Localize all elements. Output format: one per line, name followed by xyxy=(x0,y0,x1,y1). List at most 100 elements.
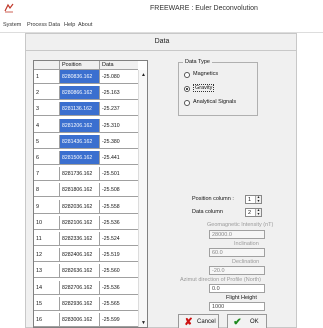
radio-label-magnetics: Magnetics xyxy=(193,71,219,77)
table-row[interactable]: 16 8283006.162 -25.599 xyxy=(34,313,147,327)
cancel-button-label: Cancel xyxy=(197,319,216,325)
position-cell[interactable]: 8281506.162 xyxy=(60,151,100,165)
cancel-button[interactable]: ✘ Cancel xyxy=(178,314,219,328)
menu-system[interactable]: System xyxy=(3,22,21,28)
data-type-label: Data Type xyxy=(183,59,212,65)
flight-height-input[interactable]: 1000 xyxy=(209,302,265,311)
row-number-cell[interactable]: 3 xyxy=(34,102,60,117)
table-row[interactable]: 14 8282706.162 -25.536 xyxy=(34,280,147,295)
table-row[interactable]: 4 8281206.162 -25.310 xyxy=(34,118,147,133)
ok-button[interactable]: ✔ OK xyxy=(227,314,267,328)
data-column-spinner[interactable]: 2 ▲ ▼ xyxy=(245,208,262,217)
data-grid[interactable]: Position Data 1 8280836.162 -25.080 2 828086… xyxy=(33,60,148,328)
position-cell[interactable]: 8280836.162 xyxy=(60,70,100,84)
row-number-cell[interactable]: 16 xyxy=(34,313,60,327)
table-row[interactable]: 10 8282106.162 -25.536 xyxy=(34,215,147,230)
row-number-cell[interactable]: 5 xyxy=(34,134,60,149)
ok-check-icon: ✔ xyxy=(233,317,242,328)
position-cell[interactable]: 8282936.162 xyxy=(60,296,100,311)
table-row[interactable]: 6 8281506.162 -25.441 xyxy=(34,151,147,165)
row-number-cell[interactable]: 6 xyxy=(34,151,60,165)
position-cell[interactable]: 8280866.162 xyxy=(60,86,100,101)
row-number-cell[interactable]: 10 xyxy=(34,215,60,230)
table-row[interactable]: 12 8282406.162 -25.519 xyxy=(34,248,147,263)
table-row[interactable]: 5 8281436.162 -25.380 xyxy=(34,134,147,149)
position-cell[interactable]: 8282636.162 xyxy=(60,264,100,279)
table-row[interactable]: 3 8281136.162 -25.237 xyxy=(34,102,147,117)
menu-help[interactable]: Help xyxy=(64,22,75,28)
table-row[interactable]: 9 8282036.162 -25.558 xyxy=(34,199,147,214)
row-number-cell[interactable]: 12 xyxy=(34,248,60,263)
data-cell[interactable]: -25.524 xyxy=(100,232,138,246)
table-row[interactable]: 15 8282936.162 -25.565 xyxy=(34,296,147,311)
radio-circle-analytical-signals[interactable] xyxy=(184,100,190,106)
position-column-spinner[interactable]: 1 ▲ ▼ xyxy=(245,195,262,204)
position-cell[interactable]: 8281136.162 xyxy=(60,102,100,117)
data-cell[interactable]: -25.599 xyxy=(100,313,138,327)
data-cell[interactable]: -25.163 xyxy=(100,86,138,101)
data-panel: Data Position Data 1 8280836.162 -25.080 2 8… xyxy=(25,33,297,328)
position-cell[interactable]: 8281436.162 xyxy=(60,134,100,149)
menu-process-data[interactable]: Process Data xyxy=(27,22,60,28)
inclination-input[interactable]: 60.0 xyxy=(209,248,265,257)
row-number-cell[interactable]: 11 xyxy=(34,232,60,246)
table-row[interactable]: 8 8281806.162 -25.508 xyxy=(34,183,147,198)
data-column-label: Data column xyxy=(192,209,223,215)
data-cell[interactable]: -25.558 xyxy=(100,200,138,214)
row-number-cell[interactable]: 15 xyxy=(34,296,60,311)
menu-about[interactable]: About xyxy=(78,22,92,28)
position-cell[interactable]: 8282336.162 xyxy=(60,232,100,246)
azimuth-input[interactable]: 0.0 xyxy=(209,284,265,293)
data-cell[interactable]: -25.536 xyxy=(100,281,138,295)
data-cell[interactable]: -25.519 xyxy=(100,248,138,263)
grid-header-data[interactable]: Data xyxy=(100,61,138,70)
data-cell[interactable]: -25.441 xyxy=(100,151,138,165)
row-number-cell[interactable]: 1 xyxy=(34,70,60,84)
data-cell[interactable]: -25.080 xyxy=(100,70,138,84)
data-cell[interactable]: -25.310 xyxy=(100,119,138,133)
grid-header-position[interactable]: Position xyxy=(60,61,100,70)
radio-gravity[interactable]: Gravity xyxy=(184,84,256,94)
position-cell[interactable]: 8282706.162 xyxy=(60,280,100,295)
data-cell[interactable]: -25.560 xyxy=(100,264,138,279)
position-cell[interactable]: 8282036.162 xyxy=(60,199,100,214)
radio-analytical-signals[interactable]: Analytical Signals xyxy=(184,99,256,108)
position-cell[interactable]: 8281736.162 xyxy=(60,167,100,182)
cancel-x-icon: ✘ xyxy=(184,317,193,328)
row-number-cell[interactable]: 7 xyxy=(34,167,60,182)
data-cell[interactable]: -25.237 xyxy=(100,102,138,117)
position-cell[interactable]: 8282106.162 xyxy=(60,215,100,230)
intensity-input[interactable]: 28000.0 xyxy=(209,230,265,239)
row-number-cell[interactable]: 9 xyxy=(34,199,60,214)
title-bar: FREEWARE : Euler Deconvolution xyxy=(0,0,323,20)
table-row[interactable]: 11 8282336.162 -25.524 xyxy=(34,232,147,246)
row-number-cell[interactable]: 13 xyxy=(34,264,60,279)
radio-circle-magnetics[interactable] xyxy=(184,72,190,78)
data-cell[interactable]: -25.536 xyxy=(100,216,138,230)
radio-circle-gravity[interactable] xyxy=(184,86,190,92)
position-cell[interactable]: 8281806.162 xyxy=(60,183,100,198)
row-number-cell[interactable]: 8 xyxy=(34,183,60,198)
spinner-arrows-icon[interactable]: ▲ ▼ xyxy=(255,195,261,203)
row-number-cell[interactable]: 14 xyxy=(34,280,60,295)
position-cell[interactable]: 8281206.162 xyxy=(60,118,100,133)
scroll-up-arrow-icon[interactable]: ▲ xyxy=(140,72,147,78)
data-cell[interactable]: -25.380 xyxy=(100,135,138,149)
table-row[interactable]: 1 8280836.162 -25.080 xyxy=(34,70,147,84)
row-number-cell[interactable]: 2 xyxy=(34,86,60,101)
row-number-cell[interactable]: 4 xyxy=(34,118,60,133)
table-row[interactable]: 7 8281736.162 -25.501 xyxy=(34,167,147,182)
inclination-label: Inclination xyxy=(234,241,259,247)
table-row[interactable]: 2 8280866.162 -25.163 xyxy=(34,86,147,101)
radio-magnetics[interactable]: Magnetics xyxy=(184,71,256,80)
declination-input[interactable]: -20.0 xyxy=(209,266,265,275)
grid-scrollbar[interactable]: ▲ ▼ xyxy=(138,70,147,327)
data-cell[interactable]: -25.501 xyxy=(100,167,138,182)
table-row[interactable]: 13 8282636.162 -25.560 xyxy=(34,264,147,279)
position-cell[interactable]: 8283006.162 xyxy=(60,313,100,327)
position-cell[interactable]: 8282406.162 xyxy=(60,248,100,263)
spinner-arrows-icon[interactable]: ▲ ▼ xyxy=(255,208,261,216)
data-cell[interactable]: -25.508 xyxy=(100,183,138,198)
data-cell[interactable]: -25.565 xyxy=(100,297,138,311)
scroll-down-arrow-icon[interactable]: ▼ xyxy=(140,320,147,326)
